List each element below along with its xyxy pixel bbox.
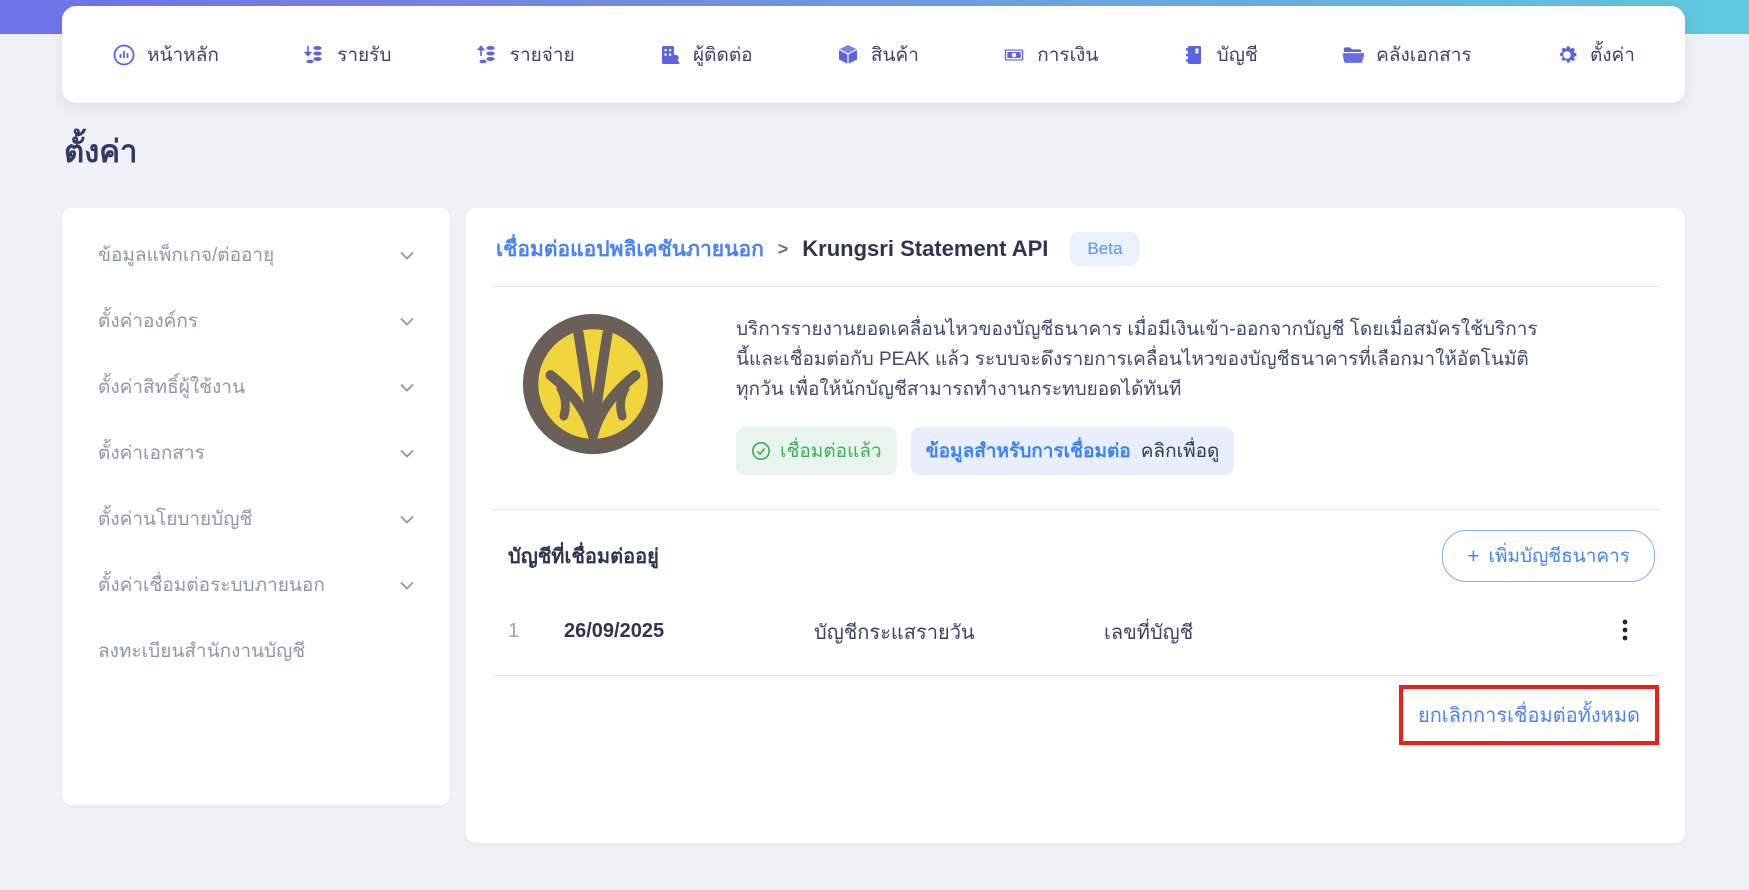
- row-kebab-menu-button[interactable]: [1614, 614, 1636, 649]
- contacts-icon: [658, 43, 682, 67]
- nav-item-documents[interactable]: คลังเอกสาร: [1341, 40, 1472, 70]
- nav-item-income[interactable]: รายรับ: [302, 40, 391, 70]
- breadcrumb-separator: >: [777, 238, 789, 259]
- connected-accounts-title: บัญชีที่เชื่อมต่ออยู่: [508, 546, 659, 569]
- nav-label: ผู้ติดต่อ: [693, 44, 753, 66]
- nav-label: สินค้า: [870, 44, 919, 66]
- nav-label: รายจ่าย: [509, 44, 575, 66]
- sidebar-item-label: ตั้งค่าสิทธิ์ผู้ใช้งาน: [98, 377, 245, 398]
- nav-label: บัญชี: [1216, 44, 1258, 66]
- settings-sidebar: ข้อมูลแพ็กเกจ/ต่ออายุ ตั้งค่าองค์กร ตั้ง…: [62, 208, 450, 805]
- cancel-all-connections-link[interactable]: ยกเลิกการเชื่อมต่อทั้งหมด: [1418, 705, 1640, 727]
- add-bank-account-label: เพิ่มบัญชีธนาคาร: [1488, 546, 1630, 568]
- integration-detail-card: เชื่อมต่อแอปพลิเคชันภายนอก > Krungsri St…: [466, 208, 1685, 843]
- check-circle-icon: [751, 441, 771, 461]
- sidebar-item-label: ตั้งค่าองค์กร: [98, 311, 199, 332]
- sidebar-item-label: ตั้งค่าเชื่อมต่อระบบภายนอก: [98, 575, 325, 596]
- chevron-down-icon: [400, 251, 414, 260]
- nav-label: รายรับ: [337, 44, 392, 66]
- nav-item-accounting[interactable]: บัญชี: [1182, 40, 1258, 70]
- connected-status-label: เชื่อมต่อแล้ว: [780, 441, 882, 463]
- integration-description: บริการรายงานยอดเคลื่อนไหวของบัญชีธนาคาร …: [736, 319, 1538, 401]
- nav-label: หน้าหลัก: [147, 44, 219, 66]
- settings-icon: [1555, 43, 1579, 67]
- breadcrumb-parent-link[interactable]: เชื่อมต่อแอปพลิเคชันภายนอก: [496, 233, 764, 266]
- connection-info-action: คลิกเพื่อดู: [1140, 441, 1220, 463]
- nav-item-expense[interactable]: รายจ่าย: [475, 40, 575, 70]
- top-navigation-bar: หน้าหลัก รายรับ รายจ่าย ผู้ติดต่อ สินค้า…: [62, 6, 1685, 103]
- connected-accounts-header: บัญชีที่เชื่อมต่ออยู่ + เพิ่มบัญชีธนาคาร: [492, 510, 1659, 588]
- connected-status-badge: เชื่อมต่อแล้ว: [736, 427, 897, 476]
- page-title: ตั้งค่า: [64, 134, 138, 169]
- nav-item-finance[interactable]: การเงิน: [1002, 40, 1098, 70]
- sidebar-item-documents[interactable]: ตั้งค่าเอกสาร: [62, 420, 450, 486]
- expense-icon: [475, 43, 499, 67]
- dashboard-icon: [112, 43, 136, 67]
- sidebar-item-package-renewal[interactable]: ข้อมูลแพ็กเกจ/ต่ออายุ: [62, 222, 450, 288]
- beta-badge: Beta: [1070, 232, 1140, 266]
- products-icon: [836, 43, 860, 67]
- chevron-down-icon: [400, 515, 414, 524]
- status-badges-row: เชื่อมต่อแล้ว ข้อมูลสำหรับการเชื่อมต่อ ค…: [736, 427, 1546, 476]
- connection-info-label: ข้อมูลสำหรับการเชื่อมต่อ: [925, 441, 1131, 463]
- integration-profile-section: บริการรายงานยอดเคลื่อนไหวของบัญชีธนาคาร …: [492, 287, 1659, 476]
- sidebar-item-label: ลงทะเบียนสำนักงานบัญชี: [98, 641, 306, 662]
- integration-description-block: บริการรายงานยอดเคลื่อนไหวของบัญชีธนาคาร …: [736, 311, 1546, 476]
- krungsri-logo: [520, 311, 666, 457]
- documents-icon: [1341, 43, 1365, 67]
- nav-label: คลังเอกสาร: [1376, 44, 1472, 66]
- sidebar-item-user-permissions[interactable]: ตั้งค่าสิทธิ์ผู้ใช้งาน: [62, 354, 450, 420]
- nav-item-home[interactable]: หน้าหลัก: [112, 40, 219, 70]
- divider: [492, 675, 1659, 677]
- kebab-icon: [1622, 618, 1628, 642]
- sidebar-item-label: ตั้งค่าเอกสาร: [98, 443, 205, 464]
- income-icon: [302, 43, 326, 67]
- sidebar-item-external-integrations[interactable]: ตั้งค่าเชื่อมต่อระบบภายนอก: [62, 552, 450, 618]
- plus-icon: +: [1467, 544, 1480, 568]
- chevron-down-icon: [400, 317, 414, 326]
- finance-icon: [1002, 43, 1026, 67]
- chevron-down-icon: [400, 449, 414, 458]
- table-row: 1 26/09/2025 บัญชีกระแสรายวัน เลขที่บัญช…: [492, 588, 1659, 675]
- nav-item-contacts[interactable]: ผู้ติดต่อ: [658, 40, 753, 70]
- sidebar-item-accounting-firm-registration[interactable]: ลงทะเบียนสำนักงานบัญชี: [62, 618, 450, 684]
- chevron-down-icon: [400, 581, 414, 590]
- sidebar-item-accounting-policy[interactable]: ตั้งค่านโยบายบัญชี: [62, 486, 450, 552]
- breadcrumb-current: Krungsri Statement API: [802, 236, 1049, 261]
- annotation-highlight-box: ยกเลิกการเชื่อมต่อทั้งหมด: [1398, 685, 1659, 746]
- card-footer: ยกเลิกการเชื่อมต่อทั้งหมด: [492, 678, 1659, 746]
- connection-info-badge[interactable]: ข้อมูลสำหรับการเชื่อมต่อ คลิกเพื่อดู: [910, 427, 1235, 476]
- row-index: 1: [508, 620, 520, 643]
- nav-item-products[interactable]: สินค้า: [836, 40, 919, 70]
- add-bank-account-button[interactable]: + เพิ่มบัญชีธนาคาร: [1442, 530, 1655, 583]
- sidebar-item-label: ข้อมูลแพ็กเกจ/ต่ออายุ: [98, 245, 275, 266]
- sidebar-item-label: ตั้งค่านโยบายบัญชี: [98, 509, 253, 530]
- sidebar-item-organization[interactable]: ตั้งค่าองค์กร: [62, 288, 450, 354]
- row-account-number-label: เลขที่บัญชี: [1104, 621, 1194, 644]
- chevron-down-icon: [400, 383, 414, 392]
- nav-item-settings[interactable]: ตั้งค่า: [1555, 40, 1635, 70]
- row-date: 26/09/2025: [564, 620, 665, 643]
- nav-label: การเงิน: [1037, 44, 1099, 66]
- breadcrumb: เชื่อมต่อแอปพลิเคชันภายนอก > Krungsri St…: [492, 208, 1659, 286]
- nav-label: ตั้งค่า: [1589, 44, 1635, 66]
- row-account-type: บัญชีกระแสรายวัน: [814, 621, 975, 644]
- accounting-icon: [1182, 43, 1206, 67]
